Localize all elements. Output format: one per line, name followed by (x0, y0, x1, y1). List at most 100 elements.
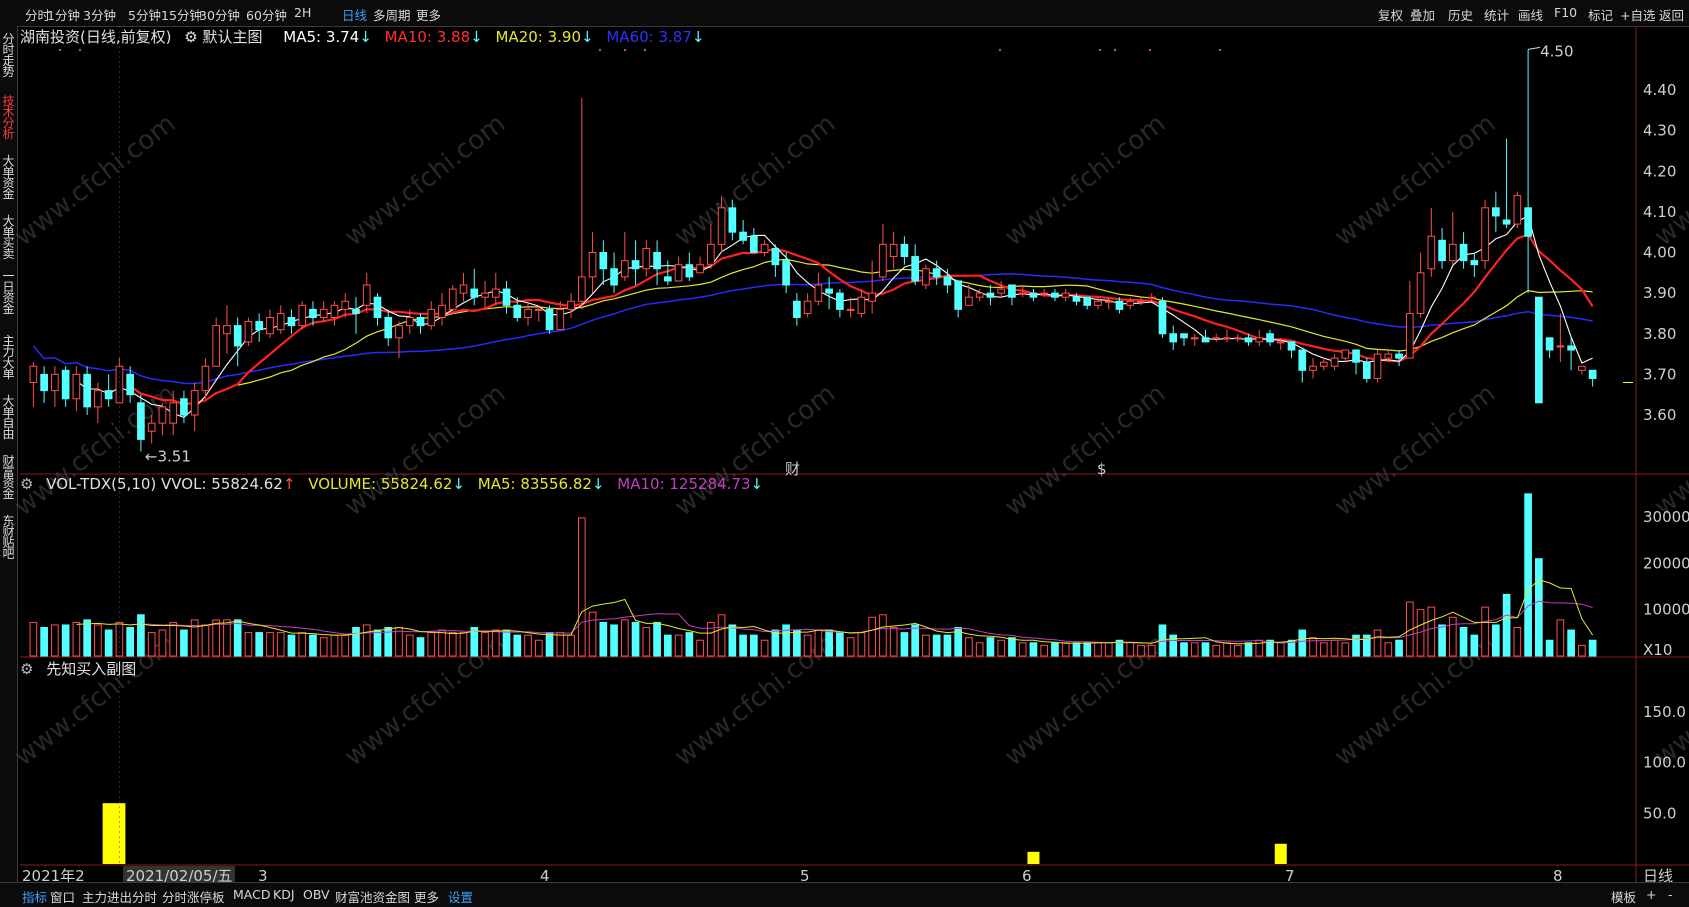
indicator-tab-7[interactable]: 财富池资金图 (335, 887, 410, 906)
indicator-tab-4[interactable]: MACD (233, 887, 270, 902)
candle-body (438, 304, 446, 318)
candle-body (825, 288, 833, 294)
ma10-line (129, 233, 1594, 406)
candle-body (588, 252, 597, 278)
volume-bar (255, 632, 264, 657)
x-tick-6: 7 (1285, 867, 1295, 882)
candle-body (298, 304, 307, 327)
indicator-tab-1[interactable]: 窗口 (50, 887, 75, 906)
volume-bar (362, 624, 371, 657)
indicator-tab-3[interactable]: 分时涨停板 (162, 887, 225, 906)
candle-body (932, 268, 941, 278)
volume-bar (481, 632, 489, 657)
candle-body (975, 292, 984, 298)
candle-body (362, 284, 371, 306)
volume-bar (911, 624, 919, 657)
candle-body (846, 308, 855, 311)
candle-body (233, 325, 242, 347)
candle-body (223, 325, 231, 335)
volume-bar (1051, 642, 1059, 657)
candle-body (1384, 353, 1393, 359)
buy-signal-bar (1274, 843, 1287, 864)
candle-body (997, 288, 1006, 294)
volume-bar (1556, 619, 1565, 657)
volume-bar (1298, 629, 1307, 657)
candle-body (620, 260, 629, 278)
volume-bar (674, 634, 683, 657)
volume-bar (588, 611, 597, 657)
volume-bar (1502, 593, 1511, 657)
indicator-tab-2[interactable]: 主力进出分时 (82, 887, 157, 906)
indicator-tab-8[interactable]: 更多 (414, 887, 439, 906)
volume-bar (1008, 637, 1016, 657)
volume-bar (212, 619, 221, 657)
template-selector[interactable]: ⚙ 默认主图 (184, 28, 270, 46)
bottom-right-button-2[interactable]: - (1668, 887, 1673, 902)
volume-bar (1029, 642, 1038, 657)
candle-body (405, 317, 414, 327)
candle-body (663, 276, 672, 282)
bottom-right-button-1[interactable]: + (1646, 887, 1656, 902)
indicator-tab-6[interactable]: OBV (303, 887, 330, 902)
volume-bar (750, 634, 758, 657)
candle-body (1459, 243, 1468, 262)
bottom-right-button-0[interactable]: 模板 (1611, 887, 1636, 906)
volume-bar (663, 634, 672, 657)
candle-body (1438, 239, 1446, 262)
signal-dot (1113, 48, 1117, 52)
ma10-legend: MA10: 3.88 (384, 28, 471, 46)
candle-body (653, 252, 661, 270)
volume-bar (943, 634, 952, 657)
volume-bar (922, 634, 930, 657)
volume-bar (534, 639, 543, 657)
candle-body (1072, 296, 1081, 302)
low-annotation: ←3.51 (145, 448, 191, 466)
candle-body (717, 207, 726, 245)
candle-body (1061, 292, 1070, 298)
candle-body (1341, 349, 1350, 359)
volume-bar (40, 627, 48, 657)
volume-bar (1190, 642, 1199, 657)
stock-chart-canvas[interactable]: www.cfchi.com www.cfchi.com www.cfchi.com w… (0, 0, 1689, 882)
volume-bar (793, 629, 801, 657)
volume-bar (1276, 642, 1285, 657)
sub-tick-0: 150.0 (1643, 703, 1686, 721)
candle-body (416, 317, 425, 327)
volume-bar (1427, 606, 1436, 657)
indicator-tab-0[interactable]: 指标 (22, 887, 47, 906)
volume-bar (556, 632, 565, 657)
volume-bar (1061, 642, 1070, 657)
signal-dot (1148, 48, 1152, 52)
vol-tick-1: 20000 (1643, 554, 1689, 572)
volume-bar (1395, 639, 1403, 657)
candle-body (1115, 300, 1124, 310)
volume-legend: ⚙ VOL-TDX(5,10) VVOL: 55824.62↑ VOLUME: … (20, 475, 764, 493)
indicator-tab-9[interactable]: 设置 (448, 887, 473, 906)
candle-body (513, 304, 522, 318)
volume-bar (1244, 642, 1253, 657)
candle-body (180, 398, 188, 416)
price-tick-7: 3.70 (1643, 365, 1676, 383)
volume-bar (223, 619, 231, 657)
volume-bar (1459, 627, 1468, 657)
volume-bar (642, 627, 651, 657)
candle-body (1588, 369, 1597, 379)
volume-bar (1492, 624, 1500, 657)
candle-body (1470, 260, 1479, 266)
candle-body (502, 288, 511, 306)
signal-dot (1218, 48, 1222, 52)
volume-bar (1373, 629, 1382, 657)
candle-body (330, 304, 339, 318)
volume-bar (739, 634, 747, 657)
candle-body (276, 312, 285, 331)
volume-bar (276, 632, 285, 657)
candle-body (212, 325, 221, 367)
volume-bar (1319, 642, 1328, 657)
candle-body (255, 321, 264, 331)
candle-body (534, 308, 543, 311)
candle-body (309, 308, 317, 318)
sub-chart-legend: ⚙ 先知买入副图 (20, 660, 137, 678)
sub-tick-1: 100.0 (1643, 754, 1686, 772)
indicator-tab-5[interactable]: KDJ (273, 887, 295, 902)
volume-bar (1524, 493, 1532, 657)
